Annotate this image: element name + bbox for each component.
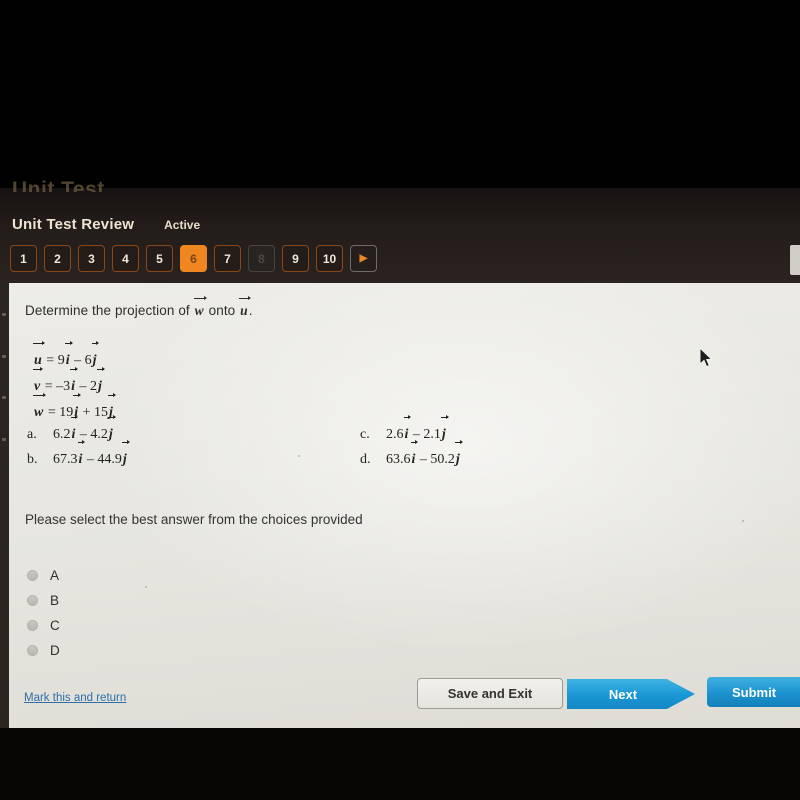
radio-button-C[interactable] xyxy=(27,620,38,631)
unit-vector-i: i xyxy=(64,340,73,374)
unit-vector-i: i xyxy=(70,414,79,447)
answer-operator: – 50.2 xyxy=(416,452,455,467)
radio-label-A: A xyxy=(50,568,60,583)
header-title-row: Unit Test Review Active xyxy=(12,216,200,233)
dust-speck xyxy=(742,520,744,522)
unit-vector-i: i xyxy=(77,439,86,472)
unit-vector-j: j xyxy=(121,439,130,472)
question-nav-1[interactable]: 1 xyxy=(10,245,37,272)
question-prompt: Determine the projection of w onto u. xyxy=(25,295,253,319)
right-edge-tab[interactable] xyxy=(790,245,800,275)
unit-vector-j: j xyxy=(91,340,100,374)
prompt-text-after: . xyxy=(248,303,253,318)
question-panel: Determine the projection of w onto u. u … xyxy=(9,283,800,728)
screenshot-root: Unit Test Unit Test Review Active 123456… xyxy=(0,0,800,800)
question-nav-9[interactable]: 9 xyxy=(282,245,309,272)
submit-button[interactable]: Submit xyxy=(707,677,800,707)
letterbox-top xyxy=(0,0,800,190)
radio-button-D[interactable] xyxy=(27,645,38,656)
answer-operator: – 4.2 xyxy=(76,427,108,442)
answer-operator: – 2.1 xyxy=(409,427,441,442)
prompt-text-before: Determine the projection of xyxy=(25,303,194,318)
dust-speck xyxy=(145,586,147,588)
app-header: Unit Test Unit Test Review Active 123456… xyxy=(0,178,800,283)
prompt-vector-w: w xyxy=(193,295,207,318)
answer-choice-label: c. xyxy=(360,427,370,442)
answer-option-B[interactable]: B xyxy=(27,588,60,613)
question-nav-6[interactable]: 6 xyxy=(180,245,207,272)
page-title: Unit Test Review xyxy=(12,216,135,233)
question-nav-5[interactable]: 5 xyxy=(146,245,173,272)
radio-button-A[interactable] xyxy=(27,570,38,581)
question-nav-next-icon[interactable]: ▶ xyxy=(350,245,377,272)
answer-choices-left: a. 6.2i – 4.2j b. 67.3i – 44.9j xyxy=(27,414,130,472)
radio-button-B[interactable] xyxy=(27,595,38,606)
answer-operator: – 44.9 xyxy=(83,452,122,467)
left-gutter xyxy=(0,283,9,728)
answer-option-D[interactable]: D xyxy=(27,638,60,663)
unit-vector-i: i xyxy=(70,366,78,400)
prompt-text-middle: onto xyxy=(204,303,240,318)
status-badge: Active xyxy=(164,218,201,232)
instruction-text: Please select the best answer from the c… xyxy=(25,512,363,527)
equation-operator: + 15 xyxy=(79,405,109,420)
question-navigator[interactable]: 1 2 3 4 5 6 7 8 9 10 ▶ xyxy=(10,245,377,272)
unit-vector-j: j xyxy=(97,366,105,400)
answer-choice-b: b. 67.3i – 44.9j xyxy=(27,439,130,472)
answer-choice-label: d. xyxy=(360,452,371,467)
unit-vector-j: j xyxy=(107,414,116,447)
save-and-exit-button[interactable]: Save and Exit xyxy=(417,678,563,709)
unit-vector-j: j xyxy=(454,439,463,472)
dust-speck xyxy=(298,455,300,457)
answer-choice-label: b. xyxy=(27,452,38,467)
unit-vector-i: i xyxy=(403,414,412,447)
answer-coefficient: 67.3 xyxy=(53,452,78,467)
answer-choice-label: a. xyxy=(27,427,37,442)
answer-option-C[interactable]: C xyxy=(27,613,60,638)
answer-option-A[interactable]: A xyxy=(27,563,60,588)
answer-coefficient: 2.6 xyxy=(386,427,404,442)
answer-choice-a: a. 6.2i – 4.2j xyxy=(27,414,128,447)
mouse-cursor xyxy=(700,348,714,369)
answer-coefficient: 6.2 xyxy=(53,427,71,442)
answer-choice-c: c. 2.6i – 2.1j xyxy=(360,414,461,447)
prompt-vector-u: u xyxy=(239,295,251,318)
next-button[interactable]: Next xyxy=(567,679,695,709)
answer-choices-right: c. 2.6i – 2.1j d. 63.6i – 50.2j xyxy=(360,414,463,472)
answer-radio-group[interactable]: ABCD xyxy=(27,563,60,663)
question-nav-10[interactable]: 10 xyxy=(316,245,343,272)
answer-choice-d: d. 63.6i – 50.2j xyxy=(360,439,463,472)
radio-label-D: D xyxy=(50,643,60,658)
unit-vector-i: i xyxy=(410,439,419,472)
question-nav-7[interactable]: 7 xyxy=(214,245,241,272)
letterbox-bottom xyxy=(0,728,800,800)
cut-off-page-title: Unit Test xyxy=(12,178,105,192)
vector-symbol-v: v xyxy=(33,366,44,400)
given-vectors: u = 9i – 6j v = –3i – 2j w = 19i + 15j xyxy=(33,340,116,426)
question-nav-2[interactable]: 2 xyxy=(44,245,71,272)
unit-vector-j: j xyxy=(440,414,449,447)
mark-this-and-return-link[interactable]: Mark this and return xyxy=(24,692,126,704)
question-nav-4[interactable]: 4 xyxy=(112,245,139,272)
panel-surface: Determine the projection of w onto u. u … xyxy=(9,283,800,728)
question-nav-3[interactable]: 3 xyxy=(78,245,105,272)
radio-label-B: B xyxy=(50,593,60,608)
answer-coefficient: 63.6 xyxy=(386,452,411,467)
question-nav-8: 8 xyxy=(248,245,275,272)
radio-label-C: C xyxy=(50,618,60,633)
equation-operator: = 19 xyxy=(44,405,74,420)
equation-operator: – 6 xyxy=(70,353,92,368)
equation-operator: = 9 xyxy=(42,353,65,368)
